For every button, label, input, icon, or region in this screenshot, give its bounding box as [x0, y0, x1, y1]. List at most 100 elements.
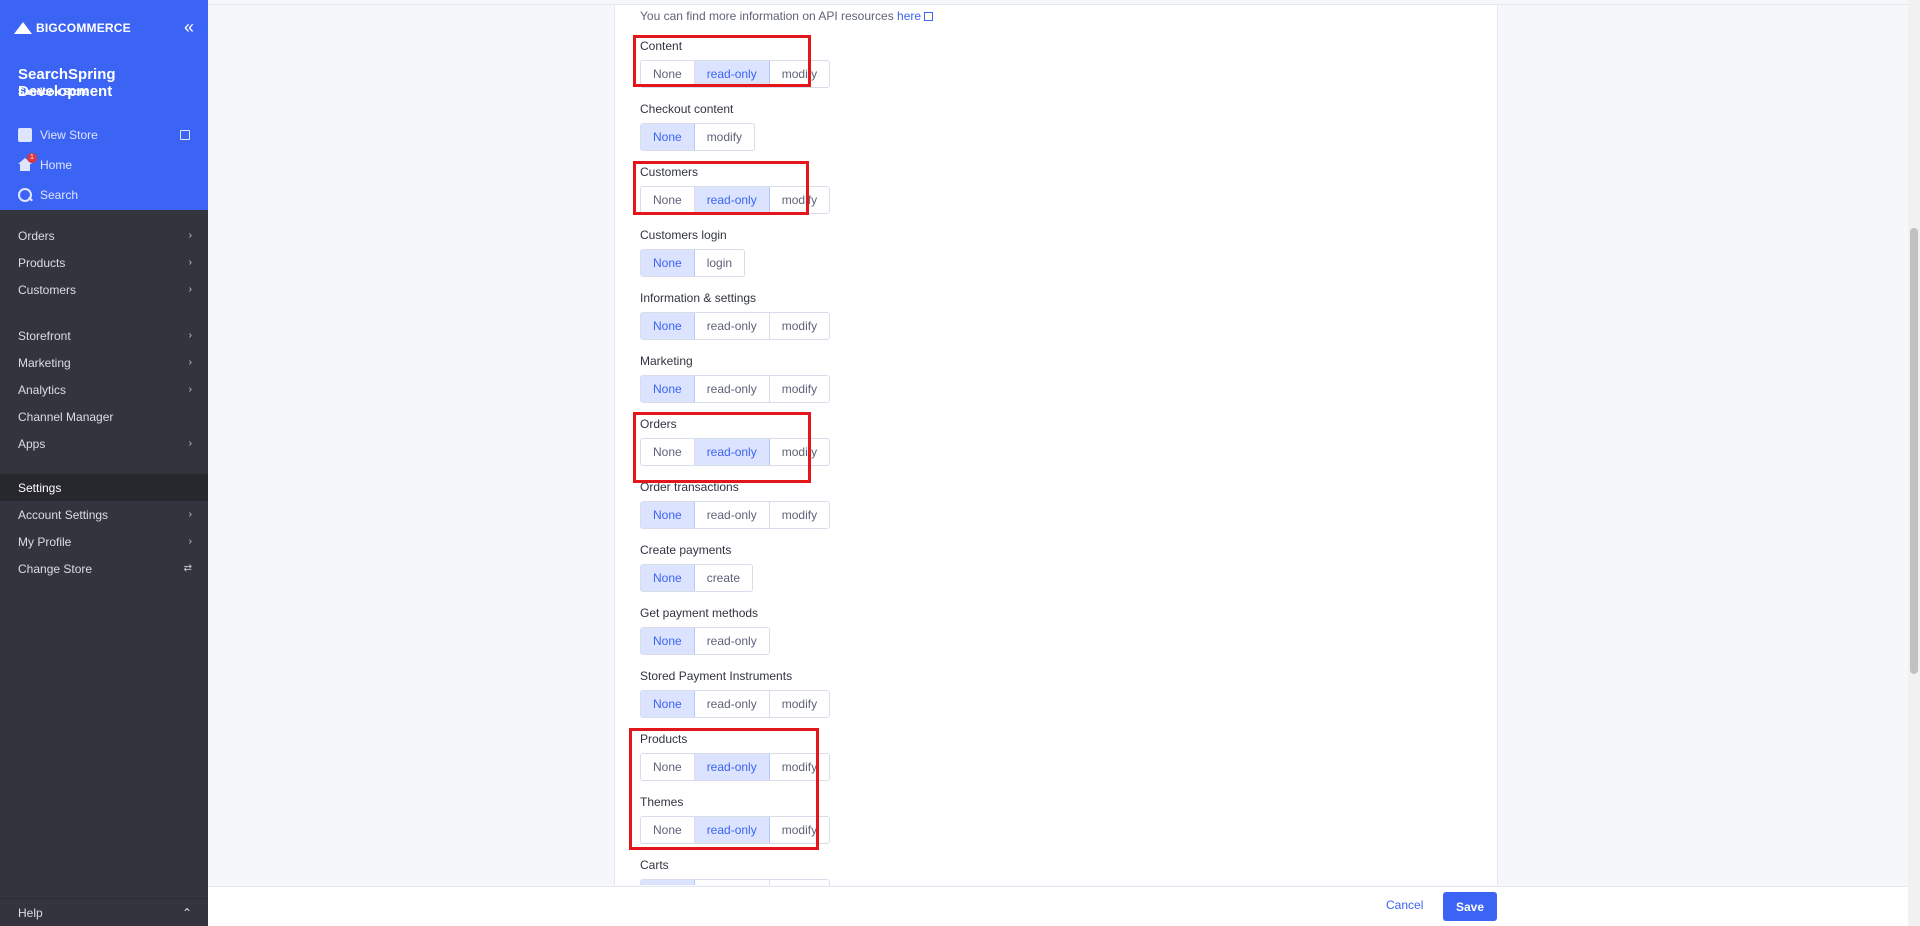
scope-label: Carts — [640, 858, 669, 872]
sidebar-item-customers[interactable]: Customers › — [0, 276, 208, 303]
scope-option-read-only[interactable]: read-only — [694, 628, 769, 654]
chevron-right-icon: › — [188, 357, 192, 368]
cancel-button[interactable]: Cancel — [1386, 898, 1423, 912]
storefront-icon — [18, 128, 32, 142]
scope-option-none[interactable]: None — [641, 250, 695, 276]
search-link[interactable]: Search — [18, 188, 78, 202]
home-link[interactable]: 1 Home — [18, 153, 73, 172]
scope-label: Get payment methods — [640, 606, 759, 620]
scope-option-none[interactable]: None — [641, 313, 695, 339]
scope-option-read-only[interactable]: read-only — [694, 691, 770, 717]
scope-option-read-only[interactable]: read-only — [694, 880, 770, 885]
scope-option-none[interactable]: None — [641, 628, 695, 654]
main-content: You can find more information on API res… — [208, 0, 1920, 926]
scope-segmented-control: Noneread-onlymodify — [640, 312, 831, 340]
view-store-link[interactable]: View Store — [18, 128, 190, 142]
nav-group-settings: Settings Account Settings › My Profile › C… — [0, 474, 208, 582]
sidebar-item-marketing[interactable]: Marketing › — [0, 349, 208, 376]
scope-label: Customers login — [640, 228, 727, 242]
sidebar-item-channel-manager[interactable]: Channel Manager — [0, 403, 208, 430]
scope-get-payment-methods: Get payment methods None read-only — [640, 607, 770, 655]
sidebar-item-analytics[interactable]: Analytics › — [0, 376, 208, 403]
scope-option-read-only[interactable]: read-only — [694, 502, 770, 528]
scope-option-read-only[interactable]: read-only — [694, 376, 770, 402]
help-menu[interactable]: Help ⌃ — [0, 898, 208, 926]
api-scopes-panel: You can find more information on API res… — [614, 5, 1498, 885]
sidebar-item-settings[interactable]: Settings — [0, 474, 208, 501]
nav-label: Storefront — [18, 328, 71, 343]
scope-option-login[interactable]: login — [694, 250, 745, 276]
scope-segmented-control: None create — [640, 564, 754, 592]
scrollbar-thumb[interactable] — [1910, 228, 1918, 674]
scope-stored-payment-instruments: Stored Payment Instruments None read-only m… — [640, 669, 831, 718]
scope-carts: Carts Noneread-onlymodify — [640, 858, 831, 885]
scope-segmented-control: Noneread-onlymodify — [640, 879, 831, 885]
scope-option-none[interactable]: None — [641, 502, 695, 528]
scope-option-read-only[interactable]: read-only — [694, 313, 770, 339]
scope-segmented-control: Noneread-onlymodify — [640, 690, 831, 718]
view-store-label: View Store — [40, 128, 98, 142]
nav-label: My Profile — [18, 534, 72, 549]
nav-label: Apps — [18, 436, 46, 451]
sidebar-item-change-store[interactable]: Change Store ⇄ — [0, 555, 208, 582]
scope-option-modify[interactable]: modify — [769, 502, 830, 528]
nav-label: Orders — [18, 228, 55, 243]
scope-label: Stored Payment Instruments — [640, 669, 793, 683]
help-label: Help — [18, 905, 43, 920]
scope-label: Information & settings — [640, 291, 757, 305]
highlight-box-products-themes — [629, 728, 819, 850]
sidebar-item-apps[interactable]: Apps › — [0, 430, 208, 457]
nav-label: Products — [18, 255, 66, 270]
scope-label: Create payments — [640, 543, 732, 557]
external-link-icon — [180, 130, 190, 140]
scope-marketing: Marketing None read-only modify — [640, 355, 831, 403]
scope-create-payments: Create payments None create — [640, 543, 754, 592]
scope-option-modify[interactable]: modify — [769, 880, 830, 885]
scope-option-modify[interactable]: modify — [769, 691, 830, 717]
scope-information-settings: Information & settings None read-only modif… — [640, 291, 831, 340]
scope-option-none[interactable]: None — [641, 565, 695, 591]
sidebar-item-storefront[interactable]: Storefront › — [0, 322, 208, 349]
scope-option-create[interactable]: create — [694, 565, 753, 591]
logo-text: BIGCOMMERCE — [36, 21, 131, 35]
scope-customers-login: Customers login None login — [640, 228, 746, 277]
scope-segmented-control: Noneread-onlymodify — [640, 501, 831, 529]
bigcommerce-logo[interactable]: BIGCOMMERCE — [12, 20, 131, 36]
highlight-box-customers — [633, 161, 809, 215]
scope-option-modify[interactable]: modify — [769, 376, 830, 402]
collapse-sidebar-icon[interactable]: « — [184, 18, 194, 36]
sidebar-header: BIGCOMMERCE « SearchSpring Development S… — [0, 0, 208, 210]
scope-option-modify[interactable]: modify — [769, 313, 830, 339]
chevron-up-icon: ⌃ — [181, 905, 192, 920]
scope-option-none[interactable]: None — [641, 376, 695, 402]
home-label: Home — [40, 158, 73, 172]
nav-label: Change Store — [18, 561, 93, 576]
switch-arrows-icon: ⇄ — [183, 563, 192, 574]
notification-badge: 1 — [27, 153, 37, 163]
scrollbar[interactable] — [1908, 0, 1920, 926]
chevron-right-icon: › — [188, 284, 192, 295]
sidebar-item-my-profile[interactable]: My Profile › — [0, 528, 208, 555]
highlight-box-orders — [633, 412, 811, 483]
sidebar: BIGCOMMERCE « SearchSpring Development S… — [0, 0, 208, 926]
scope-option-modify[interactable]: modify — [694, 124, 755, 150]
nav-group-commerce: Orders › Products › Customers › — [0, 222, 208, 303]
chevron-right-icon: › — [188, 230, 192, 241]
search-label: Search — [40, 188, 79, 202]
scope-segmented-control: None modify — [640, 123, 756, 151]
save-button[interactable]: Save — [1443, 892, 1497, 921]
sidebar-item-orders[interactable]: Orders › — [0, 222, 208, 249]
nav-label: Analytics — [18, 382, 67, 397]
scope-segmented-control: Noneread-onlymodify — [640, 375, 831, 403]
nav-label: Customers — [18, 282, 77, 297]
chevron-right-icon: › — [188, 509, 192, 520]
sidebar-item-account-settings[interactable]: Account Settings › — [0, 501, 208, 528]
scope-option-none[interactable]: None — [641, 691, 695, 717]
scope-option-none[interactable]: None — [641, 124, 695, 150]
scope-option-none[interactable]: None — [641, 880, 695, 885]
api-resources-link[interactable]: here — [897, 9, 921, 23]
store-type: Sandbox Store — [18, 87, 89, 98]
chevron-right-icon: › — [188, 330, 192, 341]
scope-segmented-control: None login — [640, 249, 746, 277]
sidebar-item-products[interactable]: Products › — [0, 249, 208, 276]
